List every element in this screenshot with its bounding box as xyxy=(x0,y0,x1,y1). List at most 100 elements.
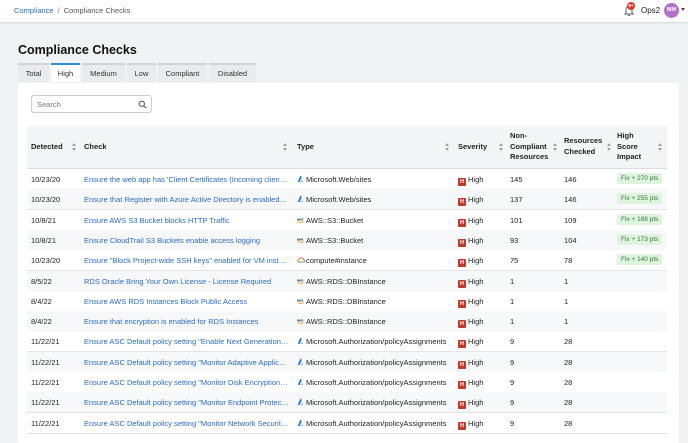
sort-icon[interactable] xyxy=(72,143,77,152)
severity: H High xyxy=(458,297,503,308)
resource-type-label: Microsoft.Authorization/policyAssignment… xyxy=(306,398,447,408)
table-row[interactable]: 11/22/21 Ensure ASC Default policy settin… xyxy=(27,351,667,373)
sort-icon[interactable] xyxy=(553,143,558,152)
non-compliant-count: 1 xyxy=(510,276,515,286)
resources-checked-count: 28 xyxy=(564,418,573,428)
check-link[interactable]: Ensure that Register with Azure Active D… xyxy=(84,195,289,204)
sort-icon[interactable] xyxy=(499,143,504,152)
tab-high[interactable]: High xyxy=(51,63,80,82)
detected-date: 11/22/21 xyxy=(31,378,60,387)
tab-compliant[interactable]: Compliant xyxy=(158,63,207,82)
column-header-check[interactable]: Check xyxy=(84,142,107,153)
search-box[interactable] xyxy=(31,95,152,113)
severity: H High xyxy=(458,317,503,329)
breadcrumb-separator: / xyxy=(57,6,60,15)
detected-date: 11/22/21 xyxy=(31,418,60,428)
table-row[interactable]: 8/5/22 RDS Oracle Bring Your Own License … xyxy=(27,270,667,292)
check-link[interactable]: Ensure the web app has 'Client Certifica… xyxy=(84,175,289,184)
non-compliant-count: 9 xyxy=(510,357,515,367)
table-row[interactable]: 8/4/22 Ensure AWS RDS Instances Block Pub… xyxy=(27,290,667,312)
column-header-resources-checked[interactable]: Resources Checked xyxy=(564,136,602,157)
check-link[interactable]: RDS Oracle Bring Your Own License - Lice… xyxy=(84,277,289,286)
avatar[interactable]: MM xyxy=(664,3,679,18)
page-title: Compliance Checks xyxy=(18,43,137,57)
check-link[interactable]: Ensure AWS S3 Bucket blocks HTTP Traffic xyxy=(84,216,289,225)
tab-low[interactable]: Low xyxy=(127,63,156,82)
detected-date: 10/23/20 xyxy=(31,256,61,266)
tab-disabled[interactable]: Disabled xyxy=(209,63,256,82)
resource-type: aws AWS::S3::Bucket xyxy=(297,216,449,225)
sort-icon[interactable] xyxy=(283,143,288,152)
aws-icon: aws xyxy=(297,317,305,325)
breadcrumb-compliance-link[interactable]: Compliance xyxy=(14,6,54,15)
check-link[interactable]: Ensure ASC Default policy setting "Enabl… xyxy=(84,337,289,346)
detected-date: 10/8/21 xyxy=(31,235,57,245)
table-row[interactable]: 11/22/21 Ensure ASC Default policy settin… xyxy=(27,392,667,414)
detected-date: 8/4/22 xyxy=(31,317,52,327)
column-header-detected[interactable]: Detected xyxy=(31,142,63,153)
resource-type: aws AWS::RDS::DBInstance xyxy=(297,317,449,326)
sort-icon[interactable] xyxy=(658,143,663,152)
table-row[interactable]: 10/23/20 Ensure "Block Project-wide SSH k… xyxy=(27,250,667,272)
check-link[interactable]: Ensure CloudTrail S3 Buckets enable acce… xyxy=(84,236,289,245)
azure-icon xyxy=(297,358,305,366)
column-header-high-score-impact[interactable]: High Score Impact xyxy=(617,131,641,163)
table-row[interactable]: 10/8/21 Ensure CloudTrail S3 Buckets enab… xyxy=(27,229,667,251)
severity-label: High xyxy=(468,418,484,428)
aws-icon: aws xyxy=(297,216,305,224)
resource-type: Microsoft.Authorization/policyAssignment… xyxy=(297,378,449,387)
severity: H High xyxy=(458,195,503,207)
severity-high-badge: H xyxy=(458,299,466,308)
breadcrumb-current: Compliance Checks xyxy=(63,6,131,15)
table-row[interactable]: 10/8/21 Ensure AWS S3 Bucket blocks HTTP … xyxy=(27,209,667,231)
notification-badge: 9+ xyxy=(627,2,635,10)
severity: H High xyxy=(458,175,503,186)
non-compliant-count: 93 xyxy=(510,235,519,245)
severity-label: High xyxy=(468,276,484,286)
check-link[interactable]: Ensure ASC Default policy setting "Monit… xyxy=(84,358,289,367)
severity: H High xyxy=(458,216,503,227)
detected-date: 11/22/21 xyxy=(31,337,60,347)
severity-high-badge: H xyxy=(458,178,466,186)
aws-icon: aws xyxy=(297,297,305,305)
table-row[interactable]: 11/22/21 Ensure ASC Default policy settin… xyxy=(27,331,667,353)
resource-type: Microsoft.Web/sites xyxy=(297,195,449,204)
org-name[interactable]: Ops2 xyxy=(641,6,660,15)
non-compliant-count: 9 xyxy=(510,337,515,347)
score-impact-pill: Fix + 255 pts xyxy=(617,193,663,205)
tab-medium[interactable]: Medium xyxy=(82,63,125,82)
tab-total[interactable]: Total xyxy=(18,63,49,82)
column-header-severity[interactable]: Severity xyxy=(458,142,487,153)
severity-label: High xyxy=(468,195,484,205)
sort-icon[interactable] xyxy=(607,143,612,152)
severity: H High xyxy=(458,256,503,268)
chevron-down-icon[interactable] xyxy=(681,8,685,11)
search-input[interactable] xyxy=(37,99,132,109)
check-link[interactable]: Ensure that encryption is enabled for RD… xyxy=(84,317,289,326)
check-link[interactable]: Ensure ASC Default policy setting "Monit… xyxy=(84,419,289,428)
check-link[interactable]: Ensure AWS RDS Instances Block Public Ac… xyxy=(84,297,289,306)
check-link[interactable]: Ensure ASC Default policy setting "Monit… xyxy=(84,378,289,387)
table-row[interactable]: 11/22/21 Ensure ASC Default policy settin… xyxy=(27,412,667,434)
column-header-non-compliant[interactable]: Non- Compliant Resources xyxy=(510,131,548,163)
table-row[interactable]: 10/23/20 Ensure the web app has 'Client C… xyxy=(27,169,667,190)
resource-type-label: Microsoft.Authorization/policyAssignment… xyxy=(306,418,447,428)
resource-type-label: Microsoft.Authorization/policyAssignment… xyxy=(306,357,447,367)
non-compliant-count: 9 xyxy=(510,418,515,428)
search-icon[interactable] xyxy=(138,100,147,109)
detected-date: 11/22/21 xyxy=(31,357,60,367)
resource-type: Microsoft.Authorization/policyAssignment… xyxy=(297,398,449,407)
score-impact-pill: Fix + 188 pts xyxy=(617,213,663,225)
table-row[interactable]: 10/23/20 Ensure that Register with Azure … xyxy=(27,189,667,211)
table-row[interactable]: 8/4/22 Ensure that encryption is enabled … xyxy=(27,311,667,333)
table-row[interactable]: 11/22/21 Ensure ASC Default policy settin… xyxy=(27,372,667,393)
check-link[interactable]: Ensure ASC Default policy setting "Monit… xyxy=(84,398,289,407)
resource-type: Microsoft.Web/sites xyxy=(297,175,449,184)
check-link[interactable]: Ensure "Block Project-wide SSH keys" ena… xyxy=(84,256,289,265)
azure-icon xyxy=(297,337,305,345)
column-header-type[interactable]: Type xyxy=(297,142,314,153)
severity-label: High xyxy=(468,378,484,387)
sort-icon[interactable] xyxy=(445,143,450,152)
resources-checked-count: 1 xyxy=(564,317,569,327)
azure-icon xyxy=(297,398,305,406)
